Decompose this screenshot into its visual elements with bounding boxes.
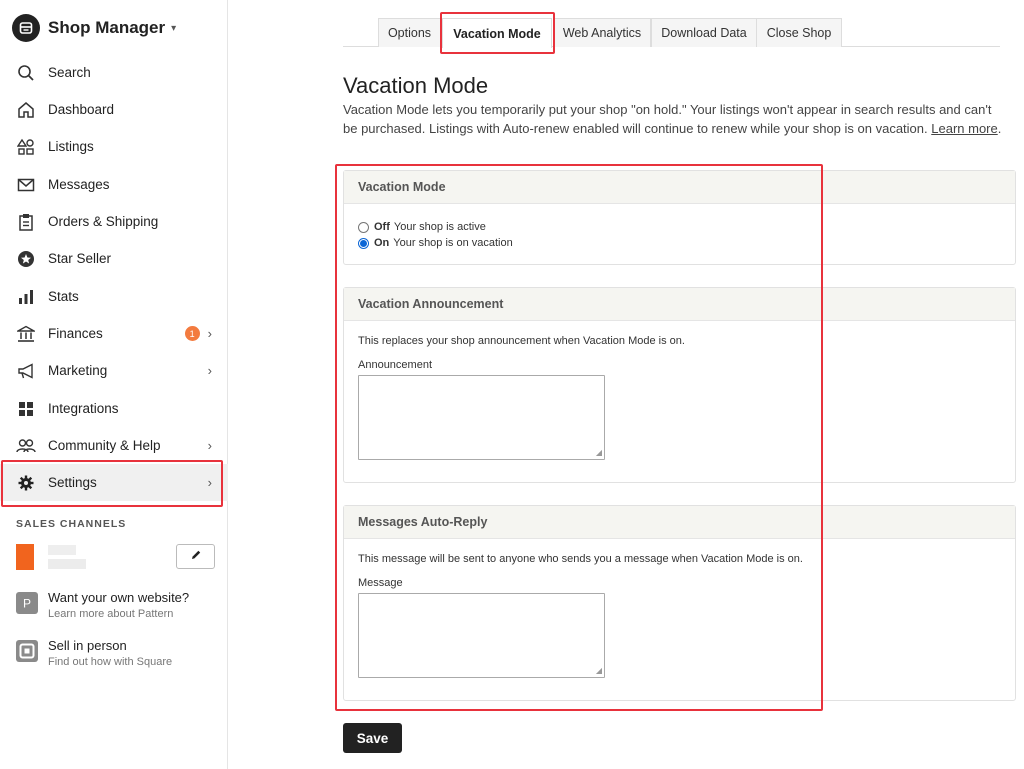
sidebar-item-community-help[interactable]: Community & Help › xyxy=(0,427,228,464)
shapes-icon xyxy=(16,137,36,157)
sidebar-item-label: Settings xyxy=(48,475,97,490)
radio-off-input[interactable] xyxy=(358,221,369,233)
notification-badge: 1 xyxy=(184,326,200,341)
promo-pattern[interactable]: P Want your own website? Learn more abou… xyxy=(16,590,216,626)
message-textarea[interactable]: ◢ xyxy=(358,593,605,678)
tab-download-data[interactable]: Download Data xyxy=(651,18,757,47)
page-description: Vacation Mode lets you temporarily put y… xyxy=(343,100,1003,138)
panel-description: This replaces your shop announcement whe… xyxy=(358,335,685,347)
sidebar-item-label: Dashboard xyxy=(48,102,115,117)
svg-text:P: P xyxy=(23,597,31,611)
chevron-right-icon: › xyxy=(207,326,212,341)
pattern-logo-icon: P xyxy=(16,592,38,614)
shop-swatch-icon xyxy=(16,544,34,570)
page-title: Vacation Mode xyxy=(343,73,489,98)
save-button[interactable]: Save xyxy=(343,723,402,753)
sidebar-item-label: Orders & Shipping xyxy=(48,214,159,229)
clipboard-icon xyxy=(16,212,36,232)
app-title: Shop Manager xyxy=(48,18,166,37)
radio-off-text: Your shop is active xyxy=(393,221,486,233)
radio-on-text: Your shop is on vacation xyxy=(393,237,513,249)
sidebar: Shop Manager ▾ Search Dashboard Listings… xyxy=(0,0,228,769)
sidebar-item-label: Community & Help xyxy=(48,438,161,453)
sidebar-item-listings[interactable]: Listings xyxy=(0,128,228,165)
pencil-icon xyxy=(190,548,202,566)
panel-title: Vacation Announcement xyxy=(344,288,1015,321)
learn-more-link[interactable]: Learn more xyxy=(931,121,997,136)
radio-off[interactable]: Off Your shop is active xyxy=(358,219,1001,235)
messages-auto-reply-panel: Messages Auto-Reply This message will be… xyxy=(343,505,1016,701)
promo-title: Sell in person xyxy=(48,638,127,653)
sidebar-item-label: Finances xyxy=(48,326,103,341)
megaphone-icon xyxy=(16,361,36,381)
chevron-down-icon: ▾ xyxy=(171,22,177,34)
sidebar-item-label: Integrations xyxy=(48,401,119,416)
sidebar-item-label: Search xyxy=(48,65,91,80)
description-period: . xyxy=(997,121,1002,136)
chevron-right-icon: › xyxy=(207,438,212,453)
sidebar-item-orders-shipping[interactable]: Orders & Shipping xyxy=(0,203,228,240)
bar-chart-icon xyxy=(16,287,36,307)
sidebar-item-label: Marketing xyxy=(48,363,108,378)
announcement-textarea[interactable]: ◢ xyxy=(358,375,605,460)
radio-off-strong: Off xyxy=(374,221,390,233)
sidebar-item-integrations[interactable]: Integrations xyxy=(0,390,228,427)
sidebar-item-label: Listings xyxy=(48,139,94,154)
sidebar-item-stats[interactable]: Stats xyxy=(0,278,228,315)
panel-title: Vacation Mode xyxy=(344,171,1015,204)
shop-url-redacted xyxy=(48,559,86,569)
promo-square[interactable]: Sell in person Find out how with Square xyxy=(16,638,216,674)
star-badge-icon xyxy=(16,249,36,269)
radio-on-input[interactable] xyxy=(358,237,369,249)
sales-channel-shop[interactable] xyxy=(16,543,216,573)
sidebar-item-label: Messages xyxy=(48,177,110,192)
chevron-right-icon: › xyxy=(207,363,212,378)
tab-vacation-mode[interactable]: Vacation Mode xyxy=(442,18,552,48)
bank-icon xyxy=(16,324,36,344)
sidebar-item-dashboard[interactable]: Dashboard xyxy=(0,91,228,128)
tab-web-analytics[interactable]: Web Analytics xyxy=(553,18,651,47)
resize-grip-icon[interactable]: ◢ xyxy=(596,666,602,675)
promo-title: Want your own website? xyxy=(48,590,190,605)
panel-description: This message will be sent to anyone who … xyxy=(358,553,803,565)
announcement-label: Announcement xyxy=(358,359,432,371)
sidebar-item-star-seller[interactable]: Star Seller xyxy=(0,240,228,277)
radio-on[interactable]: On Your shop is on vacation xyxy=(358,235,1001,251)
message-label: Message xyxy=(358,577,403,589)
home-icon xyxy=(16,100,36,120)
sidebar-item-search[interactable]: Search xyxy=(0,54,228,91)
resize-grip-icon[interactable]: ◢ xyxy=(596,448,602,457)
grid-icon xyxy=(16,399,36,419)
vacation-announcement-panel: Vacation Announcement This replaces your… xyxy=(343,287,1016,483)
promo-subtitle: Find out how with Square xyxy=(48,656,173,668)
description-text: Vacation Mode lets you temporarily put y… xyxy=(343,102,992,136)
gear-icon xyxy=(16,473,36,493)
sidebar-item-label: Stats xyxy=(48,289,79,304)
shop-name-redacted xyxy=(48,545,76,555)
sidebar-item-settings[interactable]: Settings › xyxy=(0,464,228,501)
sales-channels-header: SALES CHANNELS xyxy=(16,518,127,530)
people-icon xyxy=(16,436,36,456)
chevron-right-icon: › xyxy=(207,475,212,490)
tab-close-shop[interactable]: Close Shop xyxy=(756,18,842,47)
radio-on-strong: On xyxy=(374,237,390,249)
panel-title: Messages Auto-Reply xyxy=(344,506,1015,539)
sidebar-item-label: Star Seller xyxy=(48,251,112,266)
mail-icon xyxy=(16,175,36,195)
sidebar-item-finances[interactable]: Finances 1 › xyxy=(0,315,228,352)
shop-manager-menu[interactable]: Shop Manager ▾ xyxy=(0,0,227,56)
promo-subtitle: Learn more about Pattern xyxy=(48,608,174,620)
settings-tabs: Options Vacation Mode Web Analytics Down… xyxy=(343,18,1000,48)
search-icon xyxy=(16,63,36,83)
sidebar-item-marketing[interactable]: Marketing › xyxy=(0,352,228,389)
tab-options[interactable]: Options xyxy=(378,18,441,47)
edit-channel-button[interactable] xyxy=(176,544,215,569)
vacation-mode-panel: Vacation Mode Off Your shop is active On… xyxy=(343,170,1016,265)
shop-logo-icon xyxy=(12,14,40,42)
sidebar-item-messages[interactable]: Messages xyxy=(0,166,228,203)
square-logo-icon xyxy=(16,640,38,662)
